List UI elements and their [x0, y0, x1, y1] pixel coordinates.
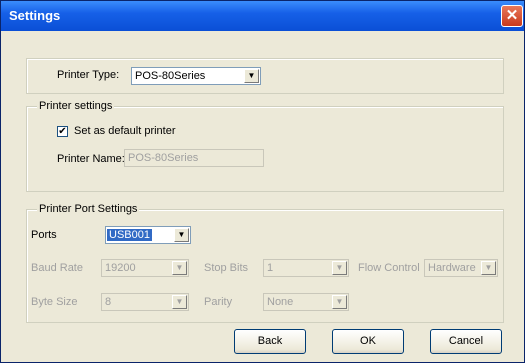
printer-name-field[interactable]: POS-80Series — [124, 149, 264, 167]
byte-size-value: 8 — [105, 296, 112, 308]
ok-button[interactable]: OK — [332, 329, 404, 354]
stop-bits-select[interactable]: 1 ▼ — [263, 259, 349, 277]
printer-type-label: Printer Type: — [57, 69, 120, 81]
parity-label: Parity — [204, 296, 233, 308]
baud-rate-select[interactable]: 19200 ▼ — [101, 259, 189, 277]
port-settings-legend: Printer Port Settings — [37, 203, 140, 215]
window-title: Settings — [9, 8, 61, 23]
flow-control-value: Hardware — [428, 262, 476, 274]
chevron-down-icon[interactable]: ▼ — [481, 261, 496, 275]
stop-bits-label: Stop Bits — [204, 262, 249, 274]
ports-value: USB001 — [107, 229, 152, 241]
chevron-down-icon[interactable]: ▼ — [174, 228, 189, 242]
parity-select[interactable]: None ▼ — [263, 293, 349, 311]
printer-name-label: Printer Name: — [57, 153, 125, 165]
chevron-down-icon[interactable]: ▼ — [172, 261, 187, 275]
printer-settings-legend: Printer settings — [37, 100, 115, 112]
chevron-down-icon[interactable]: ▼ — [332, 295, 347, 309]
default-printer-checkbox[interactable]: ✔ — [57, 126, 68, 137]
default-printer-label: Set as default printer — [74, 125, 176, 137]
chevron-down-icon[interactable]: ▼ — [332, 261, 347, 275]
printer-name-value: POS-80Series — [128, 152, 199, 164]
chevron-down-icon[interactable]: ▼ — [172, 295, 187, 309]
printer-type-group: Printer Type: POS-80Series ▼ — [26, 58, 504, 94]
printer-type-value: POS-80Series — [135, 70, 206, 82]
close-icon[interactable]: ✕ — [501, 5, 523, 27]
stop-bits-value: 1 — [267, 262, 274, 274]
ports-select[interactable]: USB001 ▼ — [105, 226, 191, 244]
cancel-button[interactable]: Cancel — [430, 329, 502, 354]
parity-value: None — [267, 296, 294, 308]
dialog-client-area: Printer Type: POS-80Series ▼ Printer set… — [6, 32, 519, 359]
baud-rate-label: Baud Rate — [31, 262, 83, 274]
title-bar[interactable]: Settings ✕ — [1, 1, 524, 31]
byte-size-select[interactable]: 8 ▼ — [101, 293, 189, 311]
flow-control-label: Flow Control — [358, 262, 420, 274]
baud-rate-value: 19200 — [105, 262, 136, 274]
settings-window: Settings ✕ Printer Type: POS-80Series ▼ … — [0, 0, 525, 363]
back-button[interactable]: Back — [234, 329, 306, 354]
printer-type-select[interactable]: POS-80Series ▼ — [131, 67, 261, 85]
byte-size-label: Byte Size — [31, 296, 78, 308]
port-settings-group: Printer Port Settings Ports USB001 ▼ Bau… — [26, 203, 504, 323]
chevron-down-icon[interactable]: ▼ — [244, 69, 259, 83]
flow-control-select[interactable]: Hardware ▼ — [424, 259, 498, 277]
ports-label: Ports — [31, 229, 57, 241]
printer-settings-group: Printer settings ✔ Set as default printe… — [26, 100, 504, 192]
